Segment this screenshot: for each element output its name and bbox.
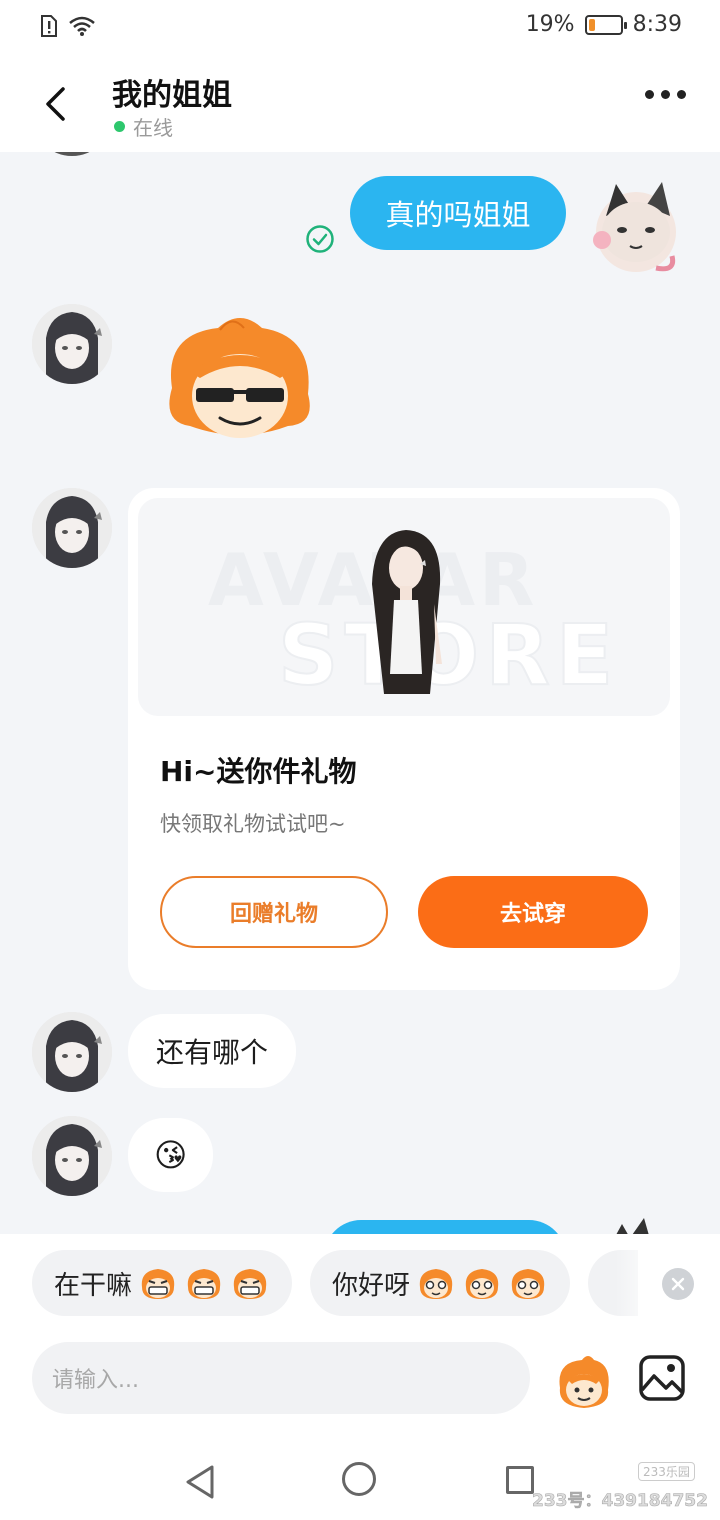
avatar-outfit-image [372,530,442,694]
chat-header: 我的姐姐 在线 [0,56,720,152]
wave-sticker-icon [465,1269,499,1299]
grin-sticker-icon [187,1269,221,1299]
my-message-bubble[interactable] [324,1220,566,1234]
quick-reply-list[interactable]: 在干嘛 你好呀 [32,1250,639,1316]
page-title: 我的姐姐 [112,78,232,113]
gift-card[interactable]: AVATAR STORE Hi~送你件礼物 快领取礼物试试吧~ 回赠礼物 去试穿 [128,488,680,990]
contact-message-bubble[interactable]: 还有哪个 [128,1014,297,1088]
return-gift-button[interactable]: 回赠礼物 [160,876,388,948]
online-status-label: 在线 [133,116,173,140]
sim-alert-icon [41,15,57,37]
wave-sticker-icon [419,1269,453,1299]
gift-banner: AVATAR STORE [138,498,670,716]
gift-title: Hi~送你件礼物 [160,755,357,788]
my-message-bubble[interactable]: 真的吗姐姐 [350,176,566,250]
nav-home-icon[interactable] [342,1462,376,1496]
sent-check-icon [306,225,334,253]
quick-reply-chip[interactable]: 在干嘛 [32,1250,293,1316]
back-arrow-icon [46,87,65,121]
system-nav-bar: 233乐园 233号：439184752 [0,1444,720,1520]
wave-sticker-icon [511,1269,545,1299]
status-bar: 19% 8:39 [0,0,720,56]
quick-reply-text: 在干嘛 [54,1270,133,1301]
sticker-message[interactable] [160,314,318,444]
composer: 在干嘛 你好呀 请输入... [0,1234,720,1444]
watermark-id: 233号：439184752 [532,1491,709,1512]
battery-icon [584,14,627,35]
nav-recents-icon[interactable] [506,1466,534,1494]
close-icon [671,1277,685,1291]
my-avatar[interactable] [586,176,682,280]
my-avatar[interactable] [600,1216,660,1234]
avatar[interactable] [32,152,112,156]
contact-message-bubble[interactable]: 😘 [128,1118,214,1192]
gift-subtitle: 快领取礼物试试吧~ [160,812,346,836]
image-icon [639,1355,685,1401]
contact-avatar[interactable] [32,1012,112,1092]
back-button[interactable] [30,76,80,132]
message-input[interactable]: 请输入... [32,1342,530,1414]
quick-reply-chip[interactable]: 你好呀 [310,1250,571,1316]
grin-sticker-icon [141,1269,175,1299]
contact-avatar[interactable] [32,488,112,568]
clock: 8:39 [632,12,682,37]
online-status: 在线 [114,112,173,141]
contact-avatar[interactable] [32,1116,112,1196]
emoji-message: 😘 [154,1136,188,1174]
battery-percent: 19% [525,12,575,37]
watermark-badge: 233乐园 [638,1462,695,1481]
contact-avatar[interactable] [32,304,112,384]
message-list[interactable]: 真的吗姐姐 STORE Hi~送你件礼物 快领取礼物试试吧~ 回赠礼物 去试穿 … [0,152,720,1234]
nav-back-icon[interactable] [184,1464,216,1500]
try-on-button[interactable]: 去试穿 [418,876,648,948]
emoji-icon [559,1356,609,1408]
wifi-icon [69,16,95,36]
battery-fill [588,18,596,31]
more-icon [645,90,654,99]
online-dot [114,121,125,132]
sticker-button[interactable] [554,1352,614,1412]
send-image-button[interactable] [638,1354,686,1402]
grin-sticker-icon [233,1269,267,1299]
quick-reply-text: 你好呀 [332,1270,411,1301]
more-button[interactable] [645,90,686,99]
close-quick-replies-button[interactable] [662,1268,694,1300]
